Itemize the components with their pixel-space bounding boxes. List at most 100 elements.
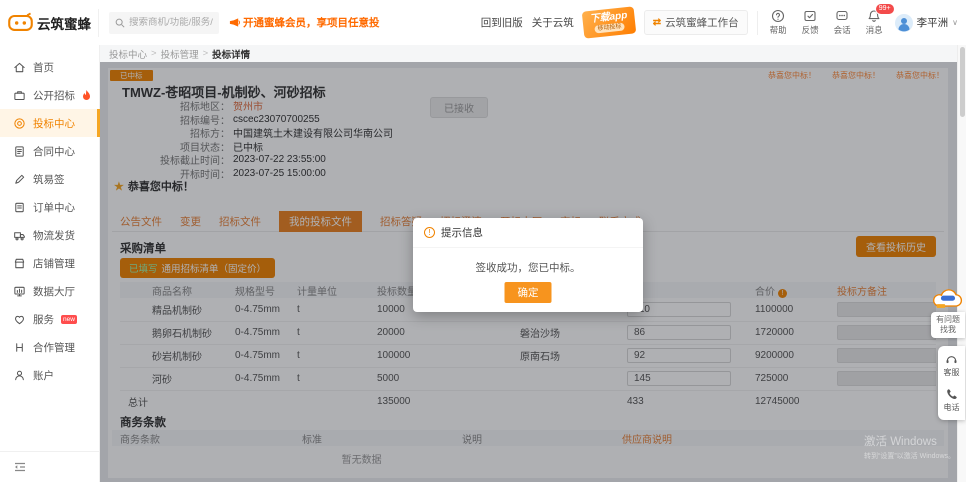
sidebar-item-label: 合作管理 xyxy=(33,340,75,355)
search-icon xyxy=(115,18,125,28)
new-badge: new xyxy=(61,315,77,324)
fire-icon xyxy=(82,90,91,101)
help-bubble-line2: 找我 xyxy=(936,325,960,335)
header-action-help[interactable]: 帮助 xyxy=(767,9,790,36)
breadcrumb-separator: > xyxy=(151,48,157,59)
sidebar: 首页公开招标投标中心合同中心筑易签订单中心物流发货店铺管理数据大厅服务 new 合作… xyxy=(0,45,100,482)
header-action-bell[interactable]: 消息99+ xyxy=(863,9,886,36)
sidebar-item-6[interactable]: 物流发货 xyxy=(0,221,99,249)
phone-button[interactable]: 电话 xyxy=(944,388,960,413)
breadcrumb: 投标中心 > 投标管理 > 投标详情 xyxy=(100,45,957,62)
header-action-label: 帮助 xyxy=(770,24,787,36)
sidebar-item-10[interactable]: 合作管理 xyxy=(0,333,99,361)
sidebar-icon-0 xyxy=(13,61,26,74)
dialog-title: 提示信息 xyxy=(441,225,483,240)
confirm-button[interactable]: 确定 xyxy=(505,282,552,303)
header-action-label: 会话 xyxy=(834,24,851,36)
notification-badge: 99+ xyxy=(875,3,895,15)
breadcrumb-current: 投标详情 xyxy=(212,47,250,61)
customer-service-button[interactable]: 客服 xyxy=(944,353,960,378)
message-dialog: ! 提示信息 签收成功，您已中标。 确定 xyxy=(413,218,643,312)
info-icon: ! xyxy=(424,227,435,238)
sidebar-item-9[interactable]: 服务 new xyxy=(0,305,99,333)
sidebar-item-label: 订单中心 xyxy=(33,200,75,215)
header-vertical-divider xyxy=(757,11,758,35)
header-action-label: 反馈 xyxy=(802,24,819,36)
sidebar-icon-6 xyxy=(13,229,26,242)
mascot-cloud-icon[interactable] xyxy=(932,286,964,314)
avatar xyxy=(895,14,913,32)
search-input[interactable] xyxy=(129,17,213,28)
sidebar-item-3[interactable]: 合同中心 xyxy=(0,137,99,165)
headset-icon xyxy=(945,353,958,365)
header-divider xyxy=(98,9,99,37)
chat-icon xyxy=(835,9,849,23)
sidebar-icon-8 xyxy=(13,285,26,298)
search-box[interactable] xyxy=(109,12,219,34)
sidebar-footer xyxy=(0,451,99,482)
customer-service-label: 客服 xyxy=(944,367,960,378)
sidebar-icon-9 xyxy=(13,313,26,326)
user-name: 李平洲 xyxy=(917,15,949,30)
user-menu[interactable]: 李平洲 ∨ xyxy=(895,14,958,32)
header-action-chat[interactable]: 会话 xyxy=(831,9,854,36)
header-right: 回到旧版 关于云筑 下载app 移动投标 ⇄ 云筑蜜蜂工作台 帮助 反馈 会话消息9… xyxy=(481,9,966,36)
contact-panel: 客服 电话 xyxy=(938,346,965,420)
phone-icon xyxy=(946,388,958,400)
sidebar-item-label: 服务 xyxy=(33,312,54,327)
sidebar-item-label: 店铺管理 xyxy=(33,256,75,271)
workbench-label: 云筑蜜蜂工作台 xyxy=(665,15,739,30)
sidebar-item-7[interactable]: 店铺管理 xyxy=(0,249,99,277)
sidebar-icon-2 xyxy=(13,117,26,130)
breadcrumb-item[interactable]: 投标管理 xyxy=(161,47,199,61)
logo-icon xyxy=(8,12,33,33)
logo-text: 云筑蜜蜂 xyxy=(37,13,91,33)
megaphone-icon xyxy=(229,17,240,28)
sidebar-icon-3 xyxy=(13,145,26,158)
sidebar-icon-10 xyxy=(13,341,26,354)
sidebar-item-8[interactable]: 数据大厅 xyxy=(0,277,99,305)
sidebar-item-4[interactable]: 筑易签 xyxy=(0,165,99,193)
member-promo-text: 开通蜜蜂会员，享项目任意投 xyxy=(243,15,380,30)
feedback-icon xyxy=(803,9,817,23)
sidebar-item-label: 筑易签 xyxy=(33,172,65,187)
breadcrumb-item[interactable]: 投标中心 xyxy=(109,47,147,61)
sidebar-icon-7 xyxy=(13,257,26,270)
breadcrumb-separator: > xyxy=(203,48,209,59)
sidebar-item-11[interactable]: 账户 xyxy=(0,361,99,389)
sidebar-item-5[interactable]: 订单中心 xyxy=(0,193,99,221)
help-bubble-line1: 有问题 xyxy=(936,315,960,325)
workbench-button[interactable]: ⇄ 云筑蜜蜂工作台 xyxy=(644,10,748,35)
member-promo[interactable]: 开通蜜蜂会员，享项目任意投 xyxy=(229,15,380,30)
sidebar-item-2[interactable]: 投标中心 xyxy=(0,109,99,137)
sidebar-item-label: 投标中心 xyxy=(33,116,75,131)
header-action-feedback[interactable]: 反馈 xyxy=(799,9,822,36)
sidebar-item-label: 账户 xyxy=(33,368,54,383)
dialog-message: 签收成功，您已中标。 xyxy=(413,260,643,275)
header-action-label: 消息 xyxy=(866,24,883,36)
help-icon xyxy=(771,9,785,23)
download-app-badge[interactable]: 下载app 移动投标 xyxy=(581,6,636,38)
sidebar-item-1[interactable]: 公开招标 xyxy=(0,81,99,109)
sidebar-item-label: 物流发货 xyxy=(33,228,75,243)
sidebar-icon-11 xyxy=(13,369,26,382)
help-bubble[interactable]: 有问题 找我 xyxy=(931,312,965,338)
switch-icon: ⇄ xyxy=(653,17,661,28)
sidebar-item-label: 数据大厅 xyxy=(33,284,75,299)
dialog-header: ! 提示信息 xyxy=(413,218,643,248)
sidebar-icon-5 xyxy=(13,201,26,214)
collapse-sidebar-icon[interactable] xyxy=(13,460,86,474)
phone-label: 电话 xyxy=(944,402,960,413)
sidebar-icon-1 xyxy=(13,89,26,102)
download-app-subtext: 移动投标 xyxy=(594,22,625,33)
sidebar-item-0[interactable]: 首页 xyxy=(0,53,99,81)
header-action-group: 帮助 反馈 会话消息99+ xyxy=(767,9,886,36)
old-version-link[interactable]: 回到旧版 xyxy=(481,15,523,30)
sidebar-icon-4 xyxy=(13,173,26,186)
about-link[interactable]: 关于云筑 xyxy=(532,15,574,30)
app-logo[interactable]: 云筑蜜蜂 xyxy=(0,12,98,33)
sidebar-item-label: 合同中心 xyxy=(33,144,75,159)
top-header: 云筑蜜蜂 开通蜜蜂会员，享项目任意投 回到旧版 关于云筑 下载app 移动投标 … xyxy=(0,0,966,45)
sidebar-item-label: 公开招标 xyxy=(33,88,75,103)
scrollbar-thumb[interactable] xyxy=(960,47,965,117)
